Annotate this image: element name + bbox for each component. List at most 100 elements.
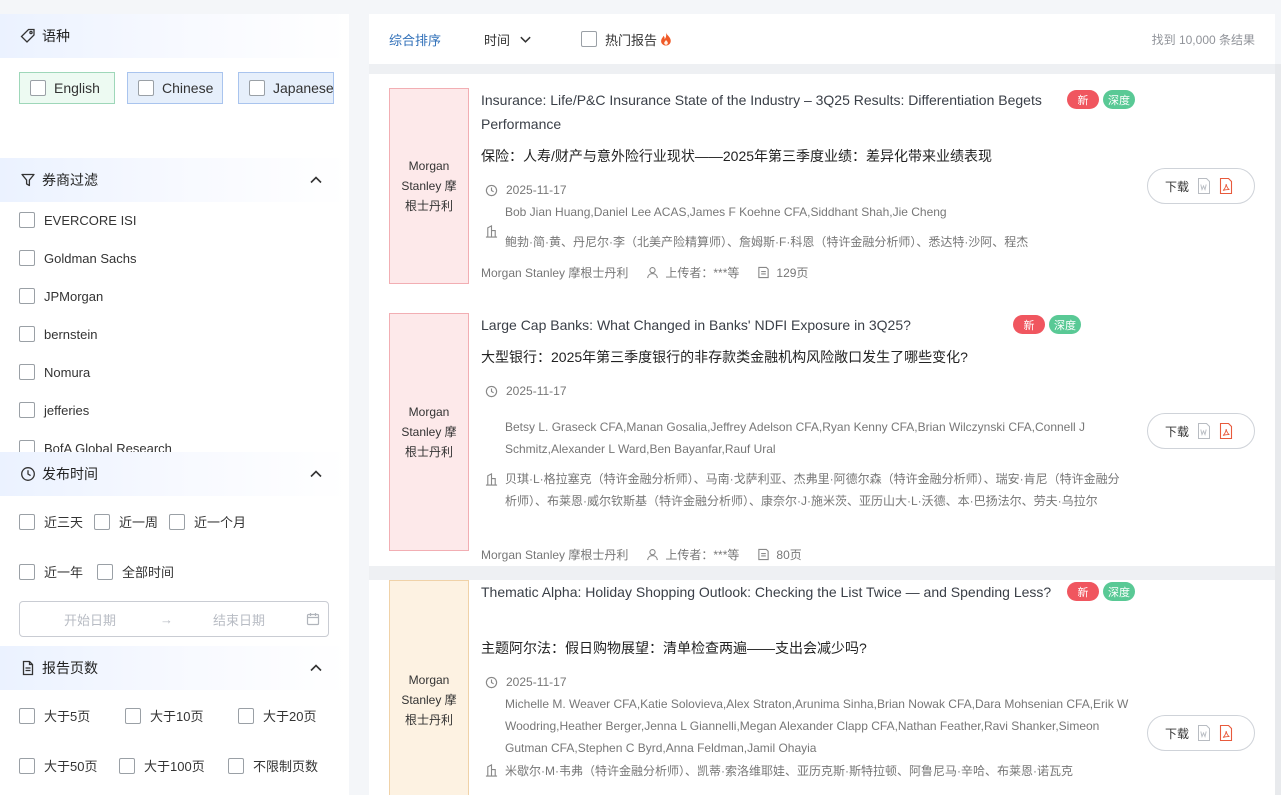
- download-button[interactable]: 下载: [1147, 715, 1255, 751]
- word-file-icon[interactable]: [1197, 423, 1211, 439]
- download-label: 下载: [1165, 726, 1190, 741]
- report-footer: Morgan Stanley 摩根士丹利 上传者：***等 129页: [481, 264, 808, 281]
- pages-option-unlimited[interactable]: 不限制页数: [228, 756, 318, 775]
- pages-option-gt20[interactable]: 大于20页: [238, 706, 316, 725]
- hot-reports-filter[interactable]: 热门报告: [581, 30, 672, 49]
- checkbox[interactable]: [19, 402, 35, 418]
- checkbox[interactable]: [19, 563, 35, 580]
- broker-item-goldman-sachs[interactable]: Goldman Sachs: [19, 250, 137, 266]
- download-button[interactable]: 下载: [1147, 168, 1255, 204]
- report-card[interactable]: Morgan Stanley 摩根士丹利 Large Cap Banks: Wh…: [369, 299, 1275, 566]
- checkbox[interactable]: [228, 757, 244, 774]
- pages-option-gt10[interactable]: 大于10页: [125, 706, 203, 725]
- pdf-file-icon[interactable]: [1219, 423, 1233, 439]
- report-title[interactable]: Large Cap Banks: What Changed in Banks' …: [481, 313, 1041, 337]
- page-count-section-header[interactable]: 报告页数: [0, 646, 349, 690]
- checkbox[interactable]: [19, 364, 35, 380]
- time-option-3days[interactable]: 近三天: [19, 512, 83, 531]
- language-option-chinese[interactable]: Chinese: [127, 72, 223, 104]
- sort-comprehensive-tab[interactable]: 综合排序: [389, 30, 441, 49]
- checkbox[interactable]: [19, 326, 35, 342]
- broker-item-jefferies[interactable]: jefferies: [19, 402, 89, 418]
- pdf-file-icon[interactable]: [1219, 725, 1233, 741]
- checkbox[interactable]: [119, 757, 135, 774]
- checkbox[interactable]: [94, 513, 110, 530]
- badge-deep: 深度: [1103, 582, 1135, 601]
- sort-time-dropdown[interactable]: 时间: [484, 30, 532, 49]
- broker-name[interactable]: Morgan Stanley 摩根士丹利: [481, 546, 628, 563]
- cover-text: Morgan Stanley 摩根士丹利: [401, 673, 457, 727]
- broker-label: EVERCORE ISI: [44, 212, 137, 228]
- pdf-file-icon[interactable]: [1219, 178, 1233, 194]
- report-authors: Bob Jian Huang,Daniel Lee ACAS,James F K…: [505, 205, 947, 219]
- checkbox[interactable]: [138, 80, 154, 96]
- cover-text: Morgan Stanley 摩根士丹利: [401, 405, 457, 459]
- pages-option-gt5[interactable]: 大于5页: [19, 706, 90, 725]
- chevron-up-icon[interactable]: [309, 467, 323, 481]
- checkbox[interactable]: [97, 563, 113, 580]
- report-card[interactable]: Morgan Stanley 摩根士丹利 Insurance: Life/P&C…: [369, 74, 1275, 299]
- publish-time-section-header[interactable]: 发布时间: [0, 452, 349, 496]
- user-icon: [646, 548, 659, 561]
- report-title[interactable]: Insurance: Life/P&C Insurance State of t…: [481, 88, 1051, 136]
- chevron-up-icon[interactable]: [309, 661, 323, 675]
- pages-option-gt50[interactable]: 大于50页: [19, 756, 97, 775]
- broker-label: Nomura: [44, 364, 91, 380]
- pages-option-gt100[interactable]: 大于100页: [119, 756, 205, 775]
- checkbox[interactable]: [19, 757, 35, 774]
- chevron-up-icon[interactable]: [309, 173, 323, 187]
- broker-item-evercore[interactable]: EVERCORE ISI: [19, 212, 136, 228]
- page-count: 129页: [776, 266, 809, 280]
- checkbox[interactable]: [30, 80, 46, 96]
- time-option-label: 近一周: [119, 515, 159, 530]
- user-icon: [646, 266, 659, 279]
- report-list-panel: 综合排序 时间 热门报告 找到 10,000 条结果 Morgan Stanle…: [369, 14, 1275, 795]
- broker-item-jpmorgan[interactable]: JPMorgan: [19, 288, 103, 304]
- download-button[interactable]: 下载: [1147, 413, 1255, 449]
- page-scrollbar[interactable]: [1275, 64, 1281, 795]
- range-arrow-icon: →: [160, 611, 173, 627]
- checkbox[interactable]: [238, 707, 254, 724]
- time-option-1month[interactable]: 近一个月: [169, 512, 246, 531]
- broker-label: bernstein: [44, 326, 98, 342]
- report-cover[interactable]: Morgan Stanley 摩根士丹利: [389, 88, 469, 284]
- checkbox[interactable]: [19, 250, 35, 266]
- time-option-1week[interactable]: 近一周: [94, 512, 158, 531]
- checkbox[interactable]: [19, 707, 35, 724]
- checkbox[interactable]: [19, 513, 35, 530]
- time-option-label: 全部时间: [122, 565, 175, 580]
- checkbox[interactable]: [19, 212, 35, 228]
- broker-section-header[interactable]: 券商过滤: [0, 158, 349, 202]
- checkbox[interactable]: [249, 80, 265, 96]
- word-file-icon[interactable]: [1197, 725, 1211, 741]
- building-icon: [485, 225, 498, 238]
- report-cover[interactable]: Morgan Stanley 摩根士丹利: [389, 313, 469, 551]
- download-label: 下载: [1165, 424, 1190, 439]
- broker-label: Goldman Sachs: [44, 250, 137, 266]
- report-card[interactable]: Morgan Stanley 摩根士丹利 Thematic Alpha: Hol…: [369, 566, 1275, 795]
- broker-name[interactable]: Morgan Stanley 摩根士丹利: [481, 264, 628, 281]
- time-option-1year[interactable]: 近一年: [19, 562, 83, 581]
- broker-item-nomura[interactable]: Nomura: [19, 364, 90, 380]
- language-option-japanese[interactable]: Japanese: [238, 72, 334, 104]
- clock-icon: [485, 184, 498, 197]
- checkbox[interactable]: [19, 288, 35, 304]
- building-icon: [485, 473, 498, 486]
- calendar-icon[interactable]: [306, 612, 320, 626]
- report-title[interactable]: Thematic Alpha: Holiday Shopping Outlook…: [481, 580, 1061, 604]
- checkbox[interactable]: [125, 707, 141, 724]
- broker-item-bofa[interactable]: BofA Global Research: [19, 440, 172, 452]
- report-cover[interactable]: Morgan Stanley 摩根士丹利: [389, 580, 469, 795]
- end-date-input[interactable]: 结束日期: [172, 610, 306, 629]
- hot-reports-label: 热门报告: [605, 32, 658, 48]
- start-date-input[interactable]: 开始日期: [20, 610, 160, 629]
- word-file-icon[interactable]: [1197, 178, 1211, 194]
- broker-item-bernstein[interactable]: bernstein: [19, 326, 97, 342]
- checkbox[interactable]: [19, 440, 35, 452]
- checkbox[interactable]: [581, 31, 597, 47]
- pages-option-label: 大于50页: [44, 759, 98, 774]
- date-range-picker[interactable]: 开始日期 → 结束日期: [19, 601, 329, 637]
- language-option-english[interactable]: English: [19, 72, 115, 104]
- time-option-all[interactable]: 全部时间: [97, 562, 174, 581]
- checkbox[interactable]: [169, 513, 185, 530]
